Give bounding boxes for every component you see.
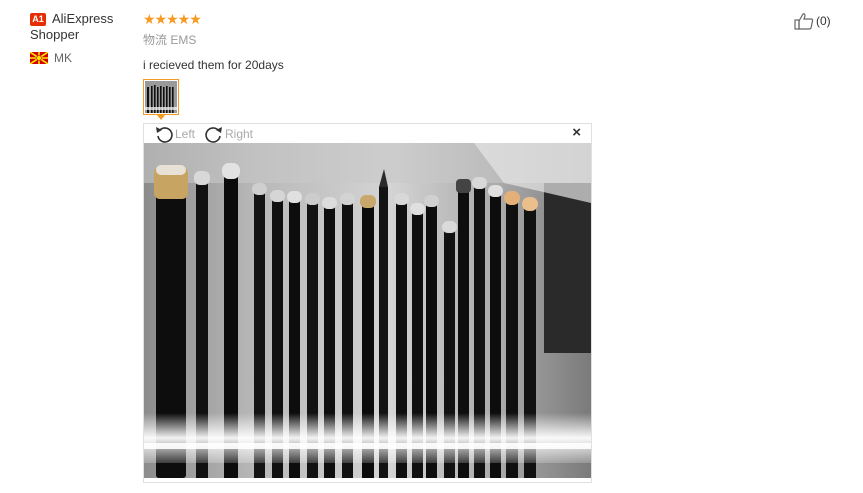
rotate-left-button[interactable]: Left — [154, 125, 195, 143]
photo-viewer: Left Right × — [143, 123, 592, 483]
macedonia-flag-icon — [30, 52, 48, 64]
thumbs-up-icon — [794, 13, 814, 30]
rotate-right-button[interactable]: Right — [204, 125, 253, 143]
reviewer-name-line2: Shopper — [30, 27, 80, 42]
logistics-info: 物流 EMS — [143, 33, 197, 47]
reviewer-name-line1: A1 AliExpress — [30, 11, 130, 27]
rotate-left-label: Left — [175, 127, 196, 141]
reviewer-info: A1 AliExpress Shopper MK — [30, 11, 130, 65]
rotate-right-icon — [205, 127, 222, 143]
review-photo-thumbnail[interactable] — [143, 79, 179, 115]
star-rating: ★★★★★ — [143, 11, 202, 27]
buyer-level-badge: A1 — [30, 13, 46, 26]
thumbnail-selected-arrow — [157, 115, 165, 120]
review-text: i recieved them for 20days — [143, 58, 284, 72]
thumbnail-image — [145, 81, 177, 113]
reviewer-name: AliExpress — [52, 11, 114, 26]
helpful-button[interactable]: (0) — [794, 12, 831, 30]
helpful-count: (0) — [816, 14, 831, 28]
viewer-toolbar: Left Right × — [144, 124, 591, 143]
review-content: ★★★★★ 物流 EMS i recieved them for 20days — [143, 11, 284, 72]
country-code: MK — [54, 51, 72, 65]
reviewer-country: MK — [30, 51, 130, 65]
rotate-left-icon — [156, 127, 173, 143]
close-icon[interactable]: × — [572, 125, 581, 141]
review-photo-large — [144, 143, 591, 478]
rotate-right-label: Right — [225, 127, 254, 141]
